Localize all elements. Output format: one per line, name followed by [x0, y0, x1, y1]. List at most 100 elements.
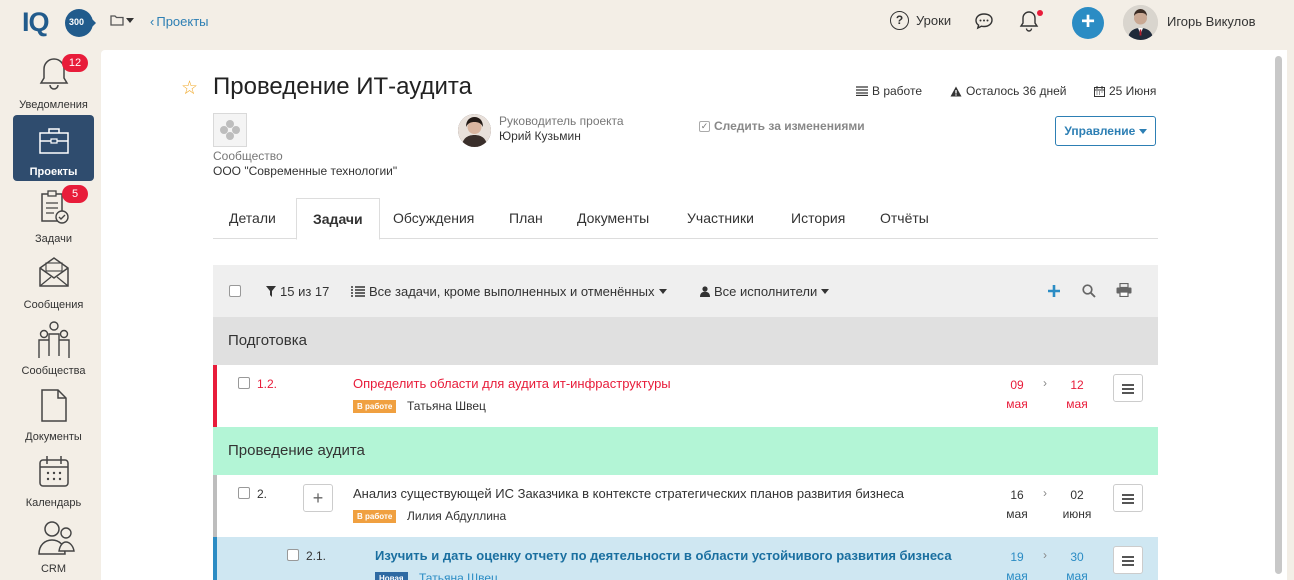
hamburger-icon-line [1122, 560, 1134, 562]
end-month: мая [1066, 569, 1088, 580]
table-row[interactable]: 1.2. Определить области для аудита ит-ин… [213, 365, 1158, 427]
logo[interactable]: IQ 300 [22, 7, 96, 39]
tab-reports[interactable]: Отчёты [864, 198, 945, 239]
sidebar-item-label: Проекты [29, 166, 78, 178]
tab-tasks[interactable]: Задачи [296, 198, 380, 240]
sidebar-item-tasks[interactable]: 5 Задачи [13, 182, 94, 248]
breadcrumb[interactable]: ‹ Проекты [150, 14, 209, 29]
assignee-filter-dropdown[interactable]: Все исполнители [700, 284, 830, 299]
chat-icon[interactable] [974, 12, 994, 30]
logo-badge-arrow [88, 15, 96, 31]
hamburger-icon [1122, 494, 1134, 496]
tab-members[interactable]: Участники [671, 198, 770, 239]
project-status: В работе [856, 84, 922, 98]
task-name[interactable]: Анализ существующей ИС Заказчика в конте… [353, 486, 904, 501]
task-menu-button[interactable] [1113, 484, 1143, 512]
sidebar-item-crm[interactable]: CRM [13, 512, 94, 578]
manager-value[interactable]: Юрий Кузьмин [499, 129, 581, 143]
user-icon [700, 286, 710, 297]
favorite-star-icon[interactable]: ☆ [181, 77, 198, 100]
task-group-preparation[interactable]: Подготовка [213, 317, 1158, 365]
sidebar-item-documents[interactable]: Документы [13, 380, 94, 446]
notifications-bell-icon[interactable] [1019, 10, 1039, 32]
task-assignee[interactable]: Лилия Абдуллина [407, 509, 506, 523]
task-end-date: 30 мая [1062, 548, 1092, 580]
project-panel: ☆ Проведение ИТ-аудита В работе Осталось… [101, 50, 1271, 580]
task-group-audit[interactable]: Проведение аудита [213, 427, 1158, 475]
create-button[interactable]: + [1072, 7, 1104, 39]
task-assignee[interactable]: Татьяна Швец [419, 571, 498, 580]
task-checkbox[interactable] [287, 549, 299, 561]
task-filter-dropdown[interactable]: Все задачи, кроме выполненных и отменённ… [351, 284, 667, 299]
task-menu-button[interactable] [1113, 374, 1143, 402]
community-value[interactable]: ООО "Современные технологии" [213, 164, 397, 178]
user-avatar-icon [1123, 5, 1158, 40]
hamburger-icon-line [1122, 564, 1134, 566]
tab-plan[interactable]: План [493, 198, 559, 239]
start-month: мая [1006, 397, 1028, 411]
print-icon[interactable] [1116, 283, 1132, 297]
sidebar-item-projects[interactable]: Проекты [13, 115, 94, 181]
sidebar-item-label: Документы [25, 431, 82, 443]
hamburger-icon-line [1122, 392, 1134, 394]
table-row-subtask[interactable]: 2.1. Изучить и дать оценку отчету по дея… [213, 537, 1158, 580]
document-icon [41, 389, 67, 422]
task-end-date: 12 мая [1062, 376, 1092, 414]
task-checkbox[interactable] [238, 487, 250, 499]
task-menu-button[interactable] [1113, 546, 1143, 574]
follow-changes-checkbox[interactable]: ✓ Следить за изменениями [699, 119, 865, 133]
hamburger-icon [1122, 556, 1134, 558]
sidebar-item-label: Задачи [35, 233, 72, 245]
task-number: 2.1. [306, 549, 327, 563]
task-checkbox[interactable] [238, 377, 250, 389]
hamburger-icon-line [1122, 498, 1134, 500]
task-name[interactable]: Определить области для аудита ит-инфраст… [353, 376, 671, 391]
project-status-text: В работе [872, 84, 923, 98]
project-due-text: 25 Июня [1109, 84, 1157, 98]
sidebar-item-calendar[interactable]: Календарь [13, 446, 94, 512]
chevron-right-icon: › [1043, 486, 1047, 500]
manager-avatar-icon [458, 114, 491, 147]
task-name[interactable]: Изучить и дать оценку отчету по деятельн… [375, 548, 952, 563]
status-badge: Новая [375, 572, 408, 580]
start-day: 09 [1010, 378, 1024, 392]
end-day: 30 [1070, 550, 1084, 564]
sidebar-item-label: Сообщества [21, 365, 86, 377]
table-row[interactable]: 2. + Анализ существующей ИС Заказчика в … [213, 475, 1158, 537]
tab-history[interactable]: История [775, 198, 861, 239]
tab-discussions[interactable]: Обсуждения [377, 198, 490, 239]
scrollbar[interactable] [1271, 50, 1287, 580]
community-logo[interactable] [213, 113, 247, 147]
end-day: 12 [1070, 378, 1084, 392]
tab-documents[interactable]: Документы [561, 198, 665, 239]
notification-dot [1037, 10, 1043, 16]
expand-subtasks-button[interactable]: + [303, 484, 333, 512]
assignee-filter-label: Все исполнители [714, 284, 818, 299]
add-task-icon[interactable] [1047, 284, 1061, 298]
page-title: Проведение ИТ-аудита [213, 73, 472, 100]
tab-details[interactable]: Детали [213, 198, 292, 239]
folder-menu-button[interactable] [110, 14, 134, 26]
sidebar-item-notifications[interactable]: 12 Уведомления [13, 48, 94, 114]
manage-dropdown-button[interactable]: Управление [1055, 116, 1156, 146]
chevron-down-icon [1138, 129, 1147, 135]
user-name[interactable]: Игорь Викулов [1167, 14, 1256, 29]
task-number: 2. [257, 487, 268, 501]
filter-icon [266, 286, 276, 297]
sidebar-item-messages[interactable]: Сообщения [13, 248, 94, 314]
avatar[interactable] [458, 114, 491, 147]
task-priority-bar [213, 537, 217, 580]
search-icon[interactable] [1082, 284, 1096, 298]
logo-text: IQ [22, 7, 49, 37]
check-icon: ✓ [699, 120, 710, 132]
scrollbar-thumb[interactable] [1275, 56, 1282, 574]
envelope-icon [39, 257, 69, 287]
end-month: июня [1062, 507, 1092, 521]
sidebar-item-communities[interactable]: Сообщества [13, 314, 94, 380]
start-month: мая [1006, 569, 1028, 580]
select-all-checkbox[interactable] [229, 285, 241, 297]
lessons-link[interactable]: ? Уроки [890, 11, 951, 30]
avatar[interactable] [1123, 5, 1158, 40]
task-assignee[interactable]: Татьяна Швец [407, 399, 486, 413]
task-count-filter[interactable]: 15 из 17 [266, 284, 329, 299]
